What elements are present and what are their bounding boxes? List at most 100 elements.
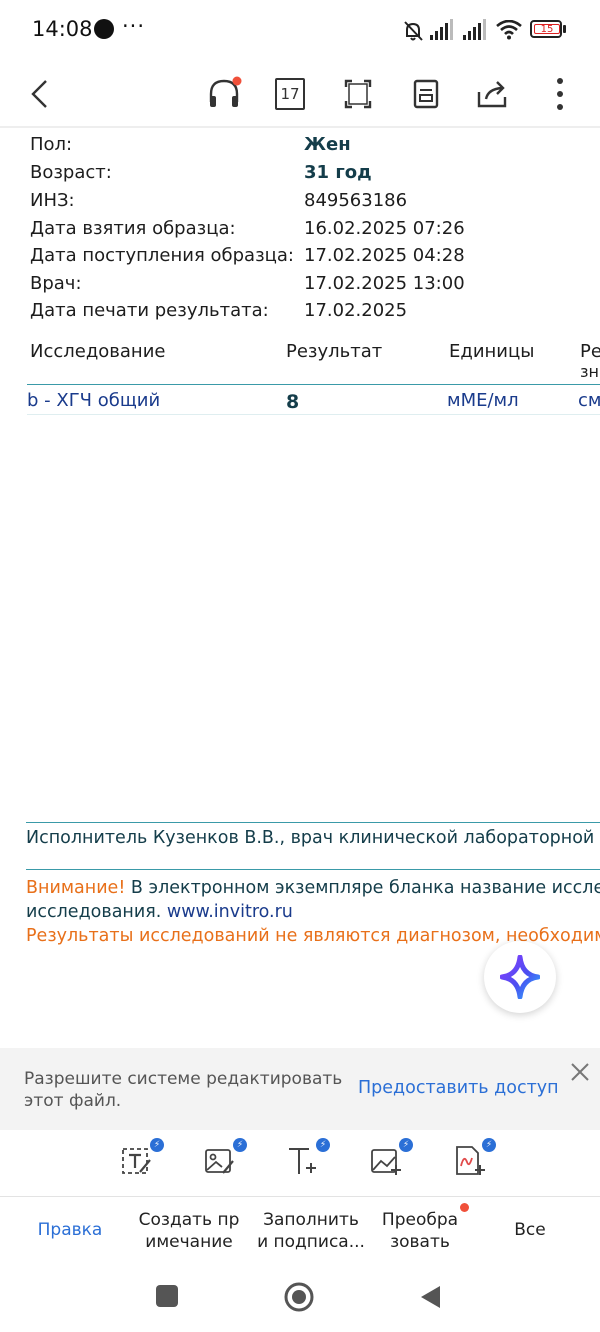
close-banner-button[interactable] bbox=[566, 1058, 594, 1086]
more-vertical-icon bbox=[557, 78, 563, 110]
status-bar: 14:08 ··· 15 bbox=[0, 0, 600, 60]
system-nav-bar bbox=[0, 1270, 600, 1332]
share-icon bbox=[477, 81, 507, 108]
permission-banner: Разрешите системе редактировать этот фай… bbox=[0, 1048, 600, 1130]
attention-text: В электронном экземпляре бланка название… bbox=[125, 878, 600, 898]
close-icon bbox=[571, 1063, 589, 1081]
tab-convert-line2: зовать bbox=[390, 1232, 450, 1252]
text-edit-tool[interactable]: ⚡ bbox=[120, 1138, 164, 1180]
triangle-back-icon bbox=[421, 1286, 440, 1308]
bolt-badge-icon: ⚡ bbox=[316, 1138, 330, 1152]
more-options-button[interactable] bbox=[536, 70, 584, 118]
tab-create-note-line2: имечание bbox=[145, 1232, 233, 1252]
signal-2-icon bbox=[463, 18, 489, 42]
image-edit-icon bbox=[205, 1149, 234, 1174]
field-label-inz: ИНЗ: bbox=[30, 190, 75, 211]
notice-top-rule bbox=[26, 869, 600, 870]
tab-fill-sign-line1: Заполнить bbox=[263, 1210, 359, 1230]
bolt-badge-icon: ⚡ bbox=[233, 1138, 247, 1152]
tab-fill-sign[interactable]: Заполнить и подписа... bbox=[252, 1209, 370, 1253]
tab-create-note-line1: Создать пр bbox=[138, 1210, 240, 1230]
column-header-units: Единицы bbox=[449, 341, 535, 362]
field-label-age: Возраст: bbox=[30, 162, 112, 183]
square-icon bbox=[156, 1285, 178, 1307]
executor-line: Исполнитель Кузенков В.В., врач клиничес… bbox=[26, 828, 600, 848]
document-viewer[interactable]: Пол: Жен Возраст: 31 год ИНЗ: 849563186 … bbox=[0, 128, 600, 1048]
bolt-badge-icon: ⚡ bbox=[482, 1138, 496, 1152]
attention-label: Внимание! bbox=[26, 878, 126, 898]
convert-notification-dot bbox=[460, 1203, 469, 1212]
column-header-reference-2: зн bbox=[580, 362, 599, 381]
column-header-test: Исследование bbox=[30, 341, 166, 362]
mute-bell-icon bbox=[404, 21, 423, 41]
result-reference: см bbox=[578, 390, 600, 411]
battery-icon: 15 bbox=[530, 20, 562, 38]
signal-1-icon bbox=[430, 18, 456, 42]
back-button[interactable] bbox=[16, 70, 64, 118]
field-label-sample-received: Дата поступления образца: bbox=[30, 245, 294, 266]
bolt-badge-icon: ⚡ bbox=[150, 1138, 164, 1152]
field-label-sex: Пол: bbox=[30, 134, 73, 155]
field-value-inz: 849563186 bbox=[304, 190, 408, 211]
tab-convert-line1: Преобра bbox=[381, 1210, 459, 1230]
field-label-sample-taken: Дата взятия образца: bbox=[30, 218, 236, 239]
attention-line-2: исследования. www.invitro.ru bbox=[26, 902, 293, 922]
tab-create-note[interactable]: Создать пр имечание bbox=[130, 1209, 248, 1253]
field-value-sample-taken: 16.02.2025 07:26 bbox=[304, 218, 465, 239]
result-value: 8 bbox=[286, 391, 300, 413]
recents-button[interactable] bbox=[156, 1285, 180, 1309]
add-text-tool[interactable]: ⚡ bbox=[286, 1138, 330, 1180]
battery-cap bbox=[563, 25, 566, 33]
executor-top-rule bbox=[26, 822, 600, 823]
field-value-age: 31 год bbox=[304, 162, 372, 183]
invitro-link[interactable]: www.invitro.ru bbox=[167, 902, 293, 922]
face-icon bbox=[94, 19, 114, 39]
permission-text: Разрешите системе редактировать этот фай… bbox=[24, 1069, 343, 1111]
field-label-doctor: Врач: bbox=[30, 273, 82, 294]
bolt-badge-icon: ⚡ bbox=[399, 1138, 413, 1152]
page-number: 17 bbox=[275, 78, 305, 110]
text-edit-icon bbox=[122, 1148, 151, 1174]
table-header-rule bbox=[27, 384, 600, 385]
field-value-print-date: 17.02.2025 bbox=[304, 300, 408, 321]
column-header-result: Результат bbox=[286, 341, 383, 362]
chevron-left-icon bbox=[31, 80, 47, 108]
result-units: мМЕ/мл bbox=[447, 390, 519, 411]
table-row-rule bbox=[27, 414, 600, 415]
bottom-tab-bar: Правка Создать пр имечание Заполнить и п… bbox=[0, 1197, 600, 1269]
home-button[interactable] bbox=[283, 1281, 315, 1313]
signature-document-icon bbox=[456, 1146, 485, 1175]
field-value-doctor: 17.02.2025 13:00 bbox=[304, 273, 465, 294]
wifi-icon bbox=[496, 20, 522, 40]
image-edit-tool[interactable]: ⚡ bbox=[203, 1138, 247, 1180]
top-toolbar: 17 bbox=[0, 60, 600, 130]
document-view-icon bbox=[413, 79, 439, 109]
signature-tool[interactable]: ⚡ bbox=[452, 1138, 496, 1180]
reading-mode-button[interactable] bbox=[402, 70, 450, 118]
edit-tools-row: ⚡ ⚡ ⚡ ⚡ ⚡ bbox=[0, 1130, 600, 1197]
column-header-reference: Ре bbox=[580, 341, 600, 362]
add-image-tool[interactable]: ⚡ bbox=[369, 1138, 413, 1180]
add-image-icon bbox=[371, 1149, 401, 1175]
fullscreen-icon bbox=[344, 79, 372, 109]
page-number-button[interactable]: 17 bbox=[266, 70, 314, 118]
fullscreen-button[interactable] bbox=[334, 70, 382, 118]
result-test-name: b - ХГЧ общий bbox=[27, 390, 161, 411]
grant-access-button[interactable]: Предоставить доступ bbox=[358, 1078, 559, 1098]
ai-assistant-button[interactable] bbox=[484, 941, 556, 1013]
share-button[interactable] bbox=[468, 70, 516, 118]
tab-edit[interactable]: Правка bbox=[20, 1219, 120, 1241]
listen-button[interactable] bbox=[200, 70, 248, 118]
back-nav-button[interactable] bbox=[418, 1284, 444, 1310]
field-label-print-date: Дата печати результата: bbox=[30, 300, 269, 321]
field-value-sex: Жен bbox=[304, 134, 351, 155]
tab-all[interactable]: Все bbox=[490, 1219, 570, 1241]
headphones-icon bbox=[209, 76, 242, 107]
tab-fill-sign-line2: и подписа... bbox=[257, 1232, 365, 1252]
sparkle-icon bbox=[500, 955, 540, 999]
tab-edit-label: Правка bbox=[37, 1220, 103, 1240]
battery-level: 15 bbox=[534, 24, 560, 35]
tab-convert[interactable]: Преобра зовать bbox=[374, 1209, 466, 1253]
status-time: 14:08 bbox=[32, 17, 93, 41]
add-text-icon bbox=[289, 1148, 316, 1174]
